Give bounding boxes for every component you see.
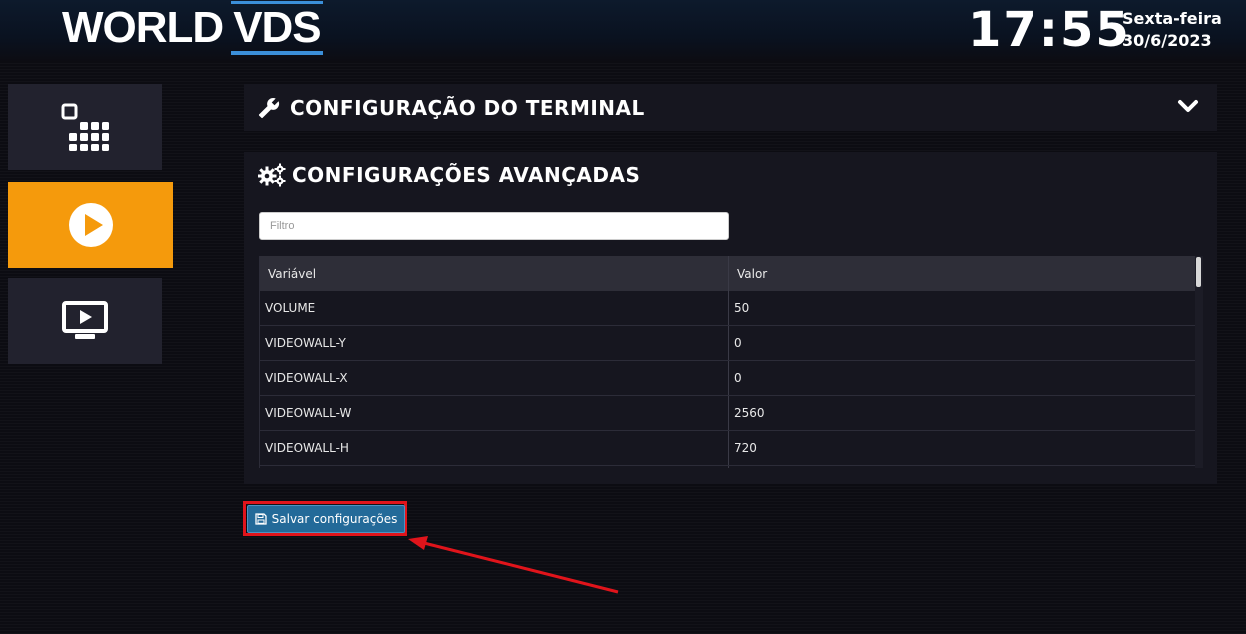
advanced-settings-title: CONFIGURAÇÕES AVANÇADAS [292,163,641,187]
table-header-row: Variável Valor [260,256,1196,291]
column-header-value[interactable]: Valor [728,256,1196,291]
top-bar: WORLD VDS 17:55 Sexta-feira 30/6/2023 [0,0,1246,62]
filter-input[interactable] [259,212,729,240]
grid-apps-icon [61,103,109,151]
table-scrollbar[interactable] [1195,256,1203,468]
advanced-settings-panel: CONFIGURAÇÕES AVANÇADAS Variável Valor V… [244,152,1217,484]
variable-cell: VIDEOWALL-Y [260,325,729,361]
sidebar-item-apps[interactable] [8,84,162,170]
variables-table: Variável Valor VOLUME 50 VIDEOWALL-Y 0 V… [260,256,1196,468]
terminal-config-title: CONFIGURAÇÃO DO TERMINAL [290,95,645,120]
value-cell[interactable]: 0 [728,325,1196,361]
variable-cell: VOLUME [260,291,729,326]
sidebar-item-screen[interactable] [8,278,162,364]
value-cell[interactable]: 0 [728,360,1196,396]
gears-icon [258,163,286,187]
value-cell[interactable]: 2560 [728,395,1196,431]
column-header-variable[interactable]: Variável [260,256,729,291]
terminal-config-header[interactable]: CONFIGURAÇÃO DO TERMINAL [244,84,1217,131]
date-label: 30/6/2023 [1122,31,1212,50]
advanced-settings-heading: CONFIGURAÇÕES AVANÇADAS [258,162,640,188]
table-row[interactable]: VIDEOWALL-W 2560 [260,395,1196,431]
save-settings-label: Salvar configurações [271,512,398,526]
logo-vds-text: VDS [231,1,324,55]
variable-cell: VIDEOWALL-W [260,395,729,431]
world-vds-logo: WORLD VDS [62,1,324,56]
save-settings-button[interactable]: Salvar configurações [247,505,405,533]
table-row[interactable]: VOLUME 50 [260,291,1196,326]
table-row[interactable]: VIDEOWALL-H 720 [260,430,1196,466]
weekday-label: Sexta-feira [1122,9,1222,28]
date-block: Sexta-feira 30/6/2023 [1122,8,1222,52]
floppy-disk-icon [254,513,267,525]
variable-cell: VIDEOWALL-H [260,430,729,466]
variables-table-wrapper[interactable]: Variável Valor VOLUME 50 VIDEOWALL-Y 0 V… [259,256,1204,468]
table-row[interactable] [260,465,1196,468]
logo-world-text: WORLD [62,3,224,52]
play-circle-icon [68,203,113,247]
wrench-icon [258,97,280,118]
table-row[interactable]: VIDEOWALL-Y 0 [260,325,1196,361]
clock-time: 17:55 [968,2,1131,58]
value-cell[interactable]: 50 [728,291,1196,326]
variable-cell: VIDEOWALL-X [260,360,729,396]
monitor-play-icon [62,301,108,339]
chevron-down-icon[interactable] [1177,98,1199,114]
table-row[interactable]: VIDEOWALL-X 0 [260,360,1196,396]
table-scrollbar-thumb[interactable] [1196,257,1201,287]
value-cell[interactable]: 720 [728,430,1196,466]
sidebar-item-player[interactable] [8,182,173,268]
